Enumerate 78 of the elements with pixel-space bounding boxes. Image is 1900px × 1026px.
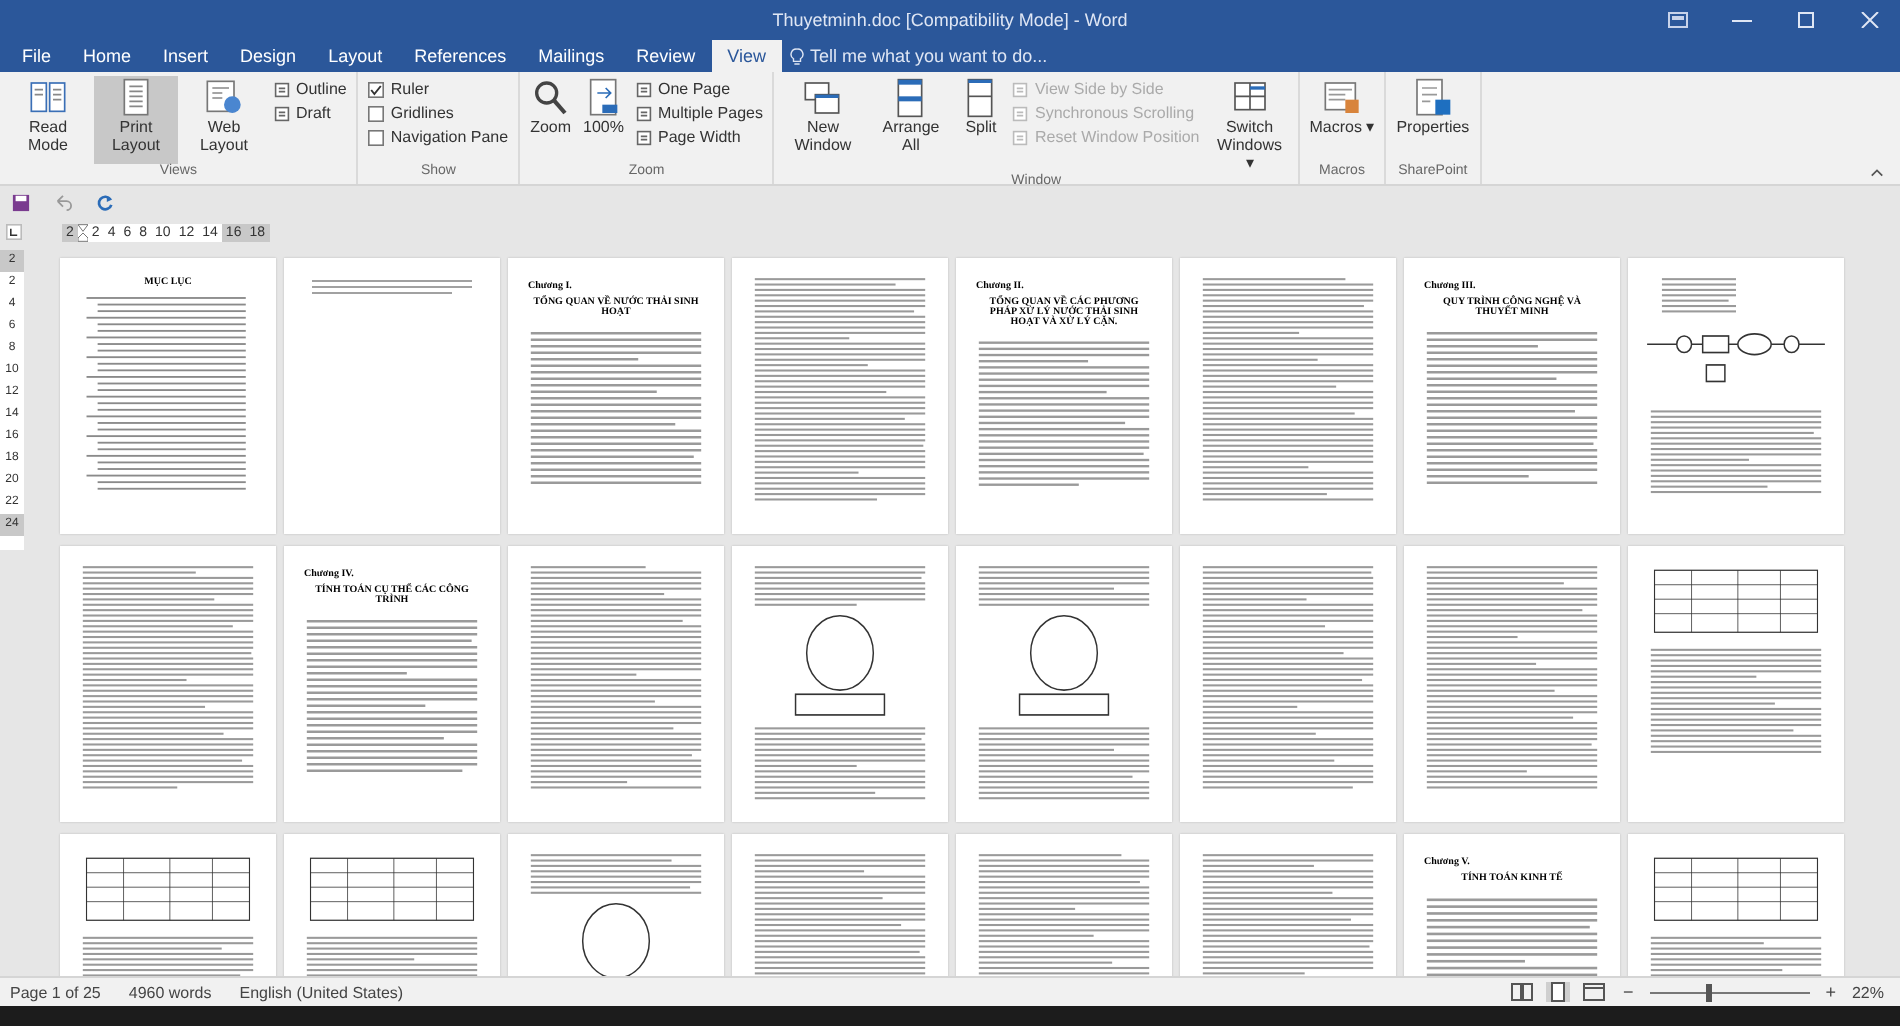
ribbon-checkbox[interactable]: Gridlines (364, 102, 513, 124)
ribbon-button[interactable]: Macros ▾ (1305, 76, 1379, 164)
ribbon-tab[interactable]: Layout (312, 40, 399, 72)
ribbon-button[interactable]: Outline (270, 78, 351, 100)
page-thumbnail[interactable] (1180, 258, 1396, 534)
lightbulb-icon (790, 47, 805, 65)
maximize-icon[interactable] (1796, 12, 1816, 28)
ribbon-button[interactable]: Split (956, 76, 1005, 174)
page-icon (1012, 81, 1029, 97)
ribbon-button[interactable]: Switch Windows ▾ (1207, 76, 1292, 174)
ribbon-checkbox[interactable]: Ruler (364, 78, 513, 100)
ribbon-button[interactable]: Page Width (632, 126, 767, 148)
ribbon-tab[interactable]: Design (224, 40, 313, 72)
magnifier-icon (530, 78, 571, 118)
ribbon-tab[interactable]: Mailings (522, 40, 621, 72)
page-icon (1012, 129, 1029, 145)
page-thumbnail[interactable] (508, 546, 724, 822)
windows-icon (802, 78, 843, 118)
ribbon-button[interactable]: Arrange All (868, 76, 953, 174)
zoom-out-button[interactable]: − (1618, 982, 1638, 1002)
ribbon-tab[interactable]: View (711, 40, 783, 72)
page-icon (636, 129, 652, 145)
language-status[interactable]: English (United States) (239, 983, 404, 1001)
ribbon-button[interactable]: 100% (579, 76, 628, 164)
page-thumbnail[interactable] (1628, 546, 1844, 822)
page-thumbnail[interactable] (1180, 546, 1396, 822)
print-layout-icon[interactable] (1546, 982, 1571, 1002)
ribbon-options-icon[interactable] (1668, 12, 1688, 28)
indent-marker-icon[interactable] (77, 223, 88, 241)
read-mode-icon[interactable] (1510, 982, 1535, 1002)
macro-sheet-icon (1321, 78, 1362, 118)
page-icon (636, 105, 652, 121)
page-thumbnail[interactable] (732, 546, 948, 822)
page-thumbnail[interactable] (60, 546, 276, 822)
ribbon-button[interactable]: Multiple Pages (632, 102, 767, 124)
page-icon (1012, 105, 1029, 121)
ribbon-tab[interactable]: Insert (147, 40, 225, 72)
zoom-in-button[interactable]: + (1821, 982, 1840, 1002)
page-thumbnail[interactable] (1404, 546, 1620, 822)
ribbon-button[interactable]: Zoom (526, 76, 576, 164)
page-thumbnail[interactable] (956, 546, 1172, 822)
ribbon-tab[interactable]: Review (620, 40, 712, 72)
page-icon (636, 81, 652, 97)
checkbox-icon (368, 105, 385, 121)
ribbon-button[interactable]: Draft (270, 102, 351, 124)
checkbox-icon (368, 81, 385, 97)
ribbon-button[interactable]: Properties (1392, 76, 1474, 164)
collapse-ribbon-icon[interactable] (1870, 168, 1884, 178)
checkbox-icon (368, 129, 385, 145)
book-icon (28, 78, 68, 118)
ribbon-tab[interactable]: Home (67, 40, 148, 72)
window-title: Thuyetminh.doc [Compatibility Mode] - Word (772, 10, 1128, 30)
word-count[interactable]: 4960 words (128, 983, 212, 1001)
page-thumbnail[interactable] (732, 258, 948, 534)
zoom-level[interactable]: 22% (1851, 983, 1884, 1001)
ribbon-tab[interactable]: File (6, 40, 68, 72)
page-count[interactable]: Page 1 of 25 (10, 983, 101, 1001)
properties-list-icon (1412, 78, 1453, 118)
page-thumbnail[interactable] (284, 258, 500, 534)
ribbon-button[interactable]: Print Layout (94, 76, 178, 164)
web-layout-icon[interactable] (1582, 982, 1607, 1002)
close-icon[interactable] (1860, 12, 1880, 28)
zoom-slider-thumb[interactable] (1705, 983, 1712, 1001)
save-icon[interactable] (12, 193, 30, 211)
web-page-icon (204, 78, 244, 118)
ribbon-button[interactable]: New Window (780, 76, 865, 174)
page-icon (274, 105, 290, 121)
ribbon-checkbox[interactable]: Navigation Pane (364, 126, 513, 148)
ribbon-tab[interactable]: References (398, 40, 523, 72)
page-icon (274, 81, 290, 97)
undo-icon[interactable] (54, 193, 72, 211)
ribbon-button[interactable]: Web Layout (182, 76, 266, 164)
ribbon-button[interactable]: Read Mode (6, 76, 90, 164)
ribbon-button[interactable]: One Page (632, 78, 767, 100)
page-thumbnail[interactable] (1628, 258, 1844, 534)
tab-selector-icon[interactable] (6, 224, 22, 240)
redo-icon[interactable] (96, 193, 114, 211)
tell-me-field[interactable]: Tell me what you want to do... (790, 40, 1071, 72)
